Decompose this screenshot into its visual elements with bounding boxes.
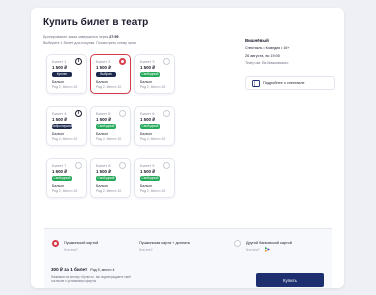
ticket-price: 1 500 ₽ [52, 117, 68, 122]
ticket-status-badge: Забронирован [52, 124, 74, 129]
ticket-name: Билет 2 [96, 59, 111, 64]
ticket-price: 1 500 ₽ [140, 117, 156, 122]
ticket-venue: Балкон [140, 80, 153, 84]
buy-button[interactable]: Купить [256, 273, 324, 287]
ticket-location: Ряд 2, Место 10 [52, 85, 78, 89]
choose-ticket-note[interactable]: Выберите 1 билет для покупки. Посмотреть… [43, 41, 136, 45]
ticket-status-badge: Свободный [140, 124, 160, 129]
ticket-select-radio[interactable] [163, 162, 170, 169]
ticket-card[interactable]: Билет 21 500 ₽ Выбран Балкон Ряд 2, Место 1… [90, 54, 131, 94]
ticket-name: Билет 7 [52, 163, 67, 168]
ticket-venue: Балкон [52, 80, 65, 84]
event-date: 26 августа, вс 19:00 [245, 54, 280, 58]
event-details-button[interactable]: Подробнее о спектакле [245, 76, 335, 90]
ticket-name: Билет 8 [96, 163, 111, 168]
ticket-select-radio[interactable] [163, 110, 170, 117]
ticket-select-radio[interactable] [163, 58, 170, 65]
info-icon[interactable]: i [75, 110, 82, 117]
ticket-venue: Балкон [140, 132, 153, 136]
event-venue: Театр им. Ев.Маяковского [245, 61, 289, 65]
ticket-venue: Балкон [52, 184, 65, 188]
ticket-card[interactable]: Билет 31 500 ₽ Свободный Балкон Ряд 2, Мест… [134, 54, 175, 94]
sbp-icon [265, 247, 270, 252]
ticket-location: Ряд 2, Место 10 [96, 189, 122, 193]
event-details-label: Подробнее о спектакле [263, 81, 305, 85]
pay-option-help-link[interactable]: Что это? [139, 248, 153, 252]
order-total: 300 ₽ за 1 билет [51, 267, 88, 272]
ticket-location: Ряд 2, Место 10 [140, 85, 166, 89]
ticket-name: Билет 5 [96, 111, 111, 116]
ticket-status-badge: Свободный [140, 72, 160, 77]
order-seat: Ряд 5, место 4 [90, 268, 115, 272]
order-summary: 300 ₽ за 1 билет Ряд 5, место 4 [51, 267, 114, 273]
offer-terms-link[interactable]: согласие с условиями оферты [51, 279, 96, 283]
ticket-card[interactable]: Билет 51 500 ₽ Свободный Балкон Ряд 2, Мест… [90, 106, 131, 146]
ticket-card[interactable]: Билет 41 500 ₽ Забронирован Балкон Ряд 2, М… [46, 106, 87, 146]
ticket-location: Ряд 2, Место 10 [140, 189, 166, 193]
ticket-location: Ряд 2, Место 10 [52, 189, 78, 193]
ticket-status-badge: Свободный [140, 176, 160, 181]
pay-option-label: Пушкинская карта + доплата [139, 241, 190, 245]
ticket-name: Билет 1 [52, 59, 67, 64]
ticket-card[interactable]: Билет 61 500 ₽ Свободный Балкон Ряд 2, Мест… [134, 106, 175, 146]
event-title: Вишнёвый [245, 38, 269, 43]
ticket-price: 1 500 ₽ [140, 169, 156, 174]
ticket-card[interactable]: Билет 71 600 ₽ Свободный Балкон Ряд 2, Мест… [46, 158, 87, 198]
ticket-name: Билет 3 [140, 59, 155, 64]
booking-timer-note: Бронирование заказ завершится через 27:5… [43, 35, 119, 39]
ticket-select-radio[interactable] [119, 162, 126, 169]
ticket-price: 1 600 ₽ [52, 169, 68, 174]
pay-option-help-link[interactable]: Что это? [64, 248, 78, 252]
pay-option-help-link[interactable]: Что это? [246, 248, 260, 252]
ticket-venue: Балкон [96, 132, 109, 136]
pay-option-label: Пушкинской картой [64, 241, 99, 245]
ticket-icon [252, 80, 260, 87]
pay-radio-bank-card[interactable] [234, 240, 241, 247]
ticket-card[interactable]: Билет 11 500 ₽ Куплен Балкон Ряд 2, Место 1… [46, 54, 87, 94]
ticket-select-radio[interactable] [75, 162, 82, 169]
ticket-status-badge: Свободный [52, 176, 72, 181]
ticket-venue: Балкон [96, 80, 109, 84]
ticket-name: Билет 4 [52, 111, 67, 116]
timer-prefix: Бронирование заказ завершится через [43, 35, 109, 39]
pay-option-label: Другой банковской картой [246, 241, 292, 245]
ticket-status-badge: Свободный [96, 176, 116, 181]
ticket-purchase-panel: Купить билет в театр Бронирование заказ … [31, 8, 344, 288]
ticket-price: 1 500 ₽ [140, 65, 156, 70]
ticket-price: 1 500 ₽ [52, 65, 68, 70]
ticket-card[interactable]: Билет 91 500 ₽ Свободный Балкон Ряд 2, Мест… [134, 158, 175, 198]
ticket-select-radio[interactable] [119, 110, 126, 117]
ticket-name: Билет 9 [140, 163, 155, 168]
ticket-select-radio[interactable] [119, 58, 126, 65]
ticket-location: Ряд 2, Место 10 [96, 85, 122, 89]
ticket-status-badge: Свободный [96, 124, 116, 129]
ticket-price: 1 500 ₽ [96, 65, 112, 70]
ticket-venue: Балкон [52, 132, 65, 136]
ticket-location: Ряд 2, Место 10 [96, 137, 122, 141]
ticket-price: 1 500 ₽ [96, 169, 112, 174]
booking-timer: 27:59 [109, 35, 119, 39]
info-icon[interactable]: i [75, 58, 82, 65]
pay-radio-pushkin-card[interactable] [52, 240, 59, 247]
ticket-price: 1 500 ₽ [96, 117, 112, 122]
event-genre: Спектакль • Комедия • 16+ [245, 46, 290, 50]
ticket-card[interactable]: Билет 81 500 ₽ Свободный Балкон Ряд 2, Мест… [90, 158, 131, 198]
ticket-location: Ряд 2, Место 10 [52, 137, 78, 141]
page-title: Купить билет в театр [43, 17, 149, 28]
ticket-location: Ряд 2, Место 10 [140, 137, 166, 141]
ticket-status-badge: Выбран [96, 72, 116, 77]
ticket-status-badge: Куплен [52, 72, 72, 77]
payment-section: Пушкинской картой Что это? Пушкинская ка… [44, 228, 332, 288]
ticket-venue: Балкон [140, 184, 153, 188]
ticket-name: Билет 6 [140, 111, 155, 116]
ticket-venue: Балкон [96, 184, 109, 188]
